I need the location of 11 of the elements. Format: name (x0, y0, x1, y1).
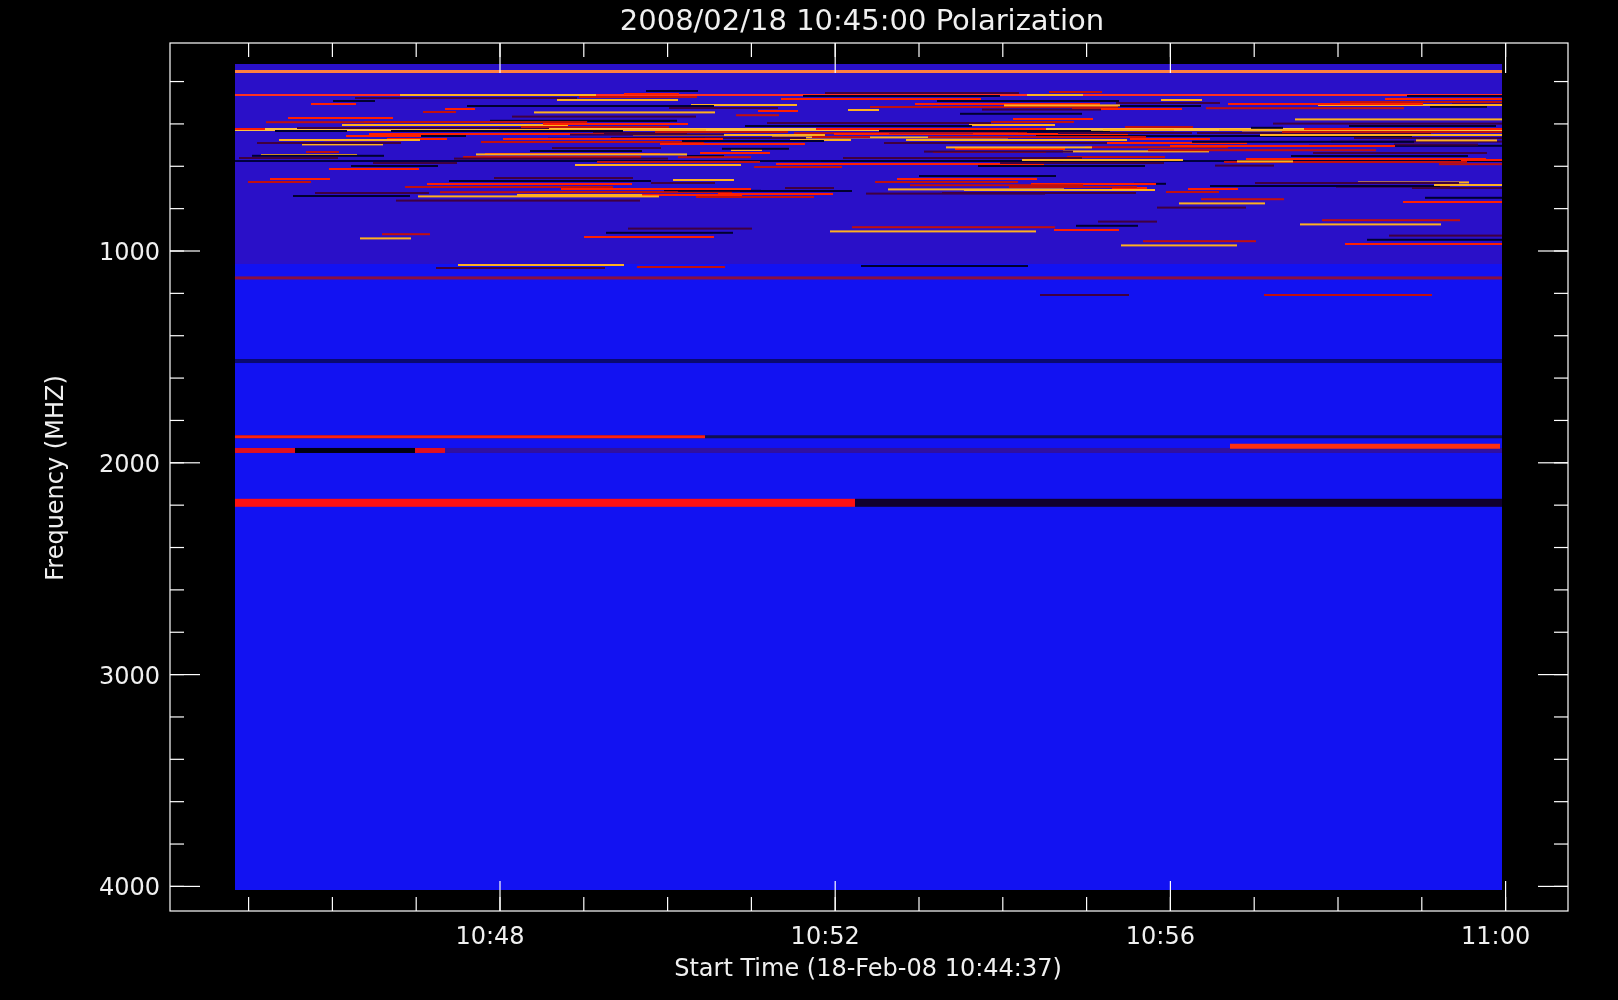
x-axis-label: Start Time (18-Feb-08 10:44:37) (674, 954, 1062, 982)
y-tick-label: 2000 (98, 449, 160, 478)
chart-title: 2008/02/18 10:45:00 Polarization (619, 3, 1105, 37)
y-tick-label: 4000 (98, 873, 160, 902)
y-axis-label: Frequency (MHZ) (41, 375, 69, 581)
x-tick-label: 10:48 (455, 922, 525, 950)
y-tick-label: 3000 (98, 661, 160, 690)
x-tick-label: 10:52 (790, 922, 860, 950)
x-tick-label: 11:00 (1461, 922, 1531, 950)
x-tick-label: 10:56 (1125, 922, 1195, 950)
y-tick-label: 1000 (98, 238, 160, 266)
